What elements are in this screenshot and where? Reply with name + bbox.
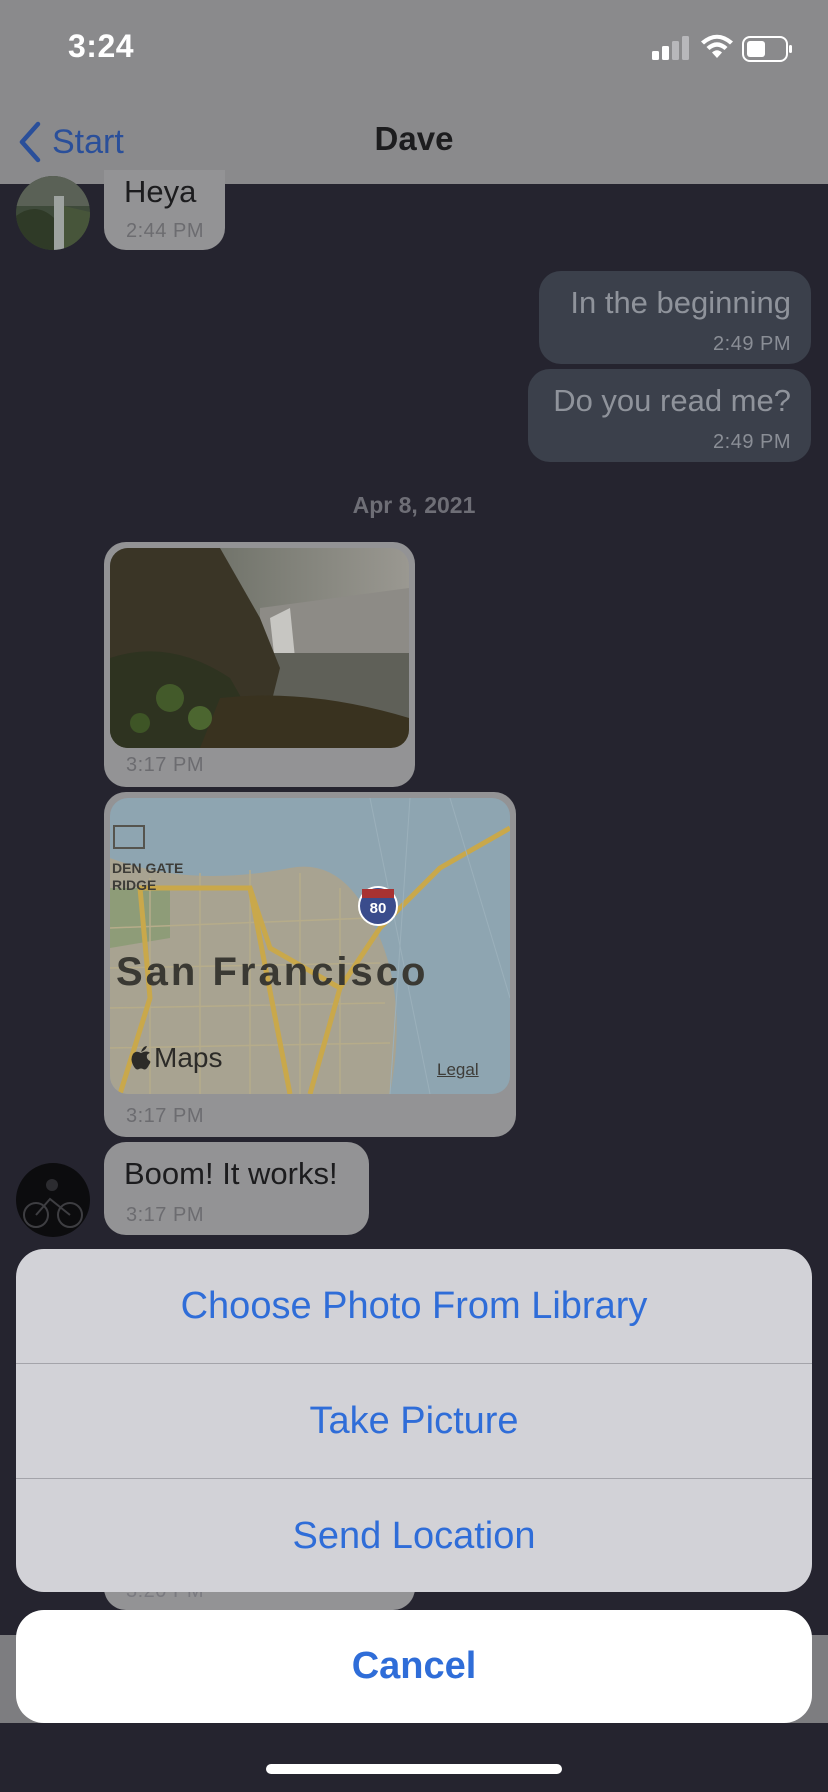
map-label: RIDGE: [112, 877, 157, 893]
map-message-bubble[interactable]: DEN GATE RIDGE 80 San Francisco Maps Leg…: [104, 792, 516, 1137]
action-sheet: Choose Photo From Library Take Picture S…: [16, 1249, 812, 1592]
message-time: 3:17 PM: [126, 1105, 204, 1127]
maps-brand-label: Maps: [154, 1042, 223, 1073]
send-location-button[interactable]: Send Location: [16, 1479, 812, 1592]
cancel-button[interactable]: Cancel: [16, 1610, 812, 1723]
message-bubble-outgoing[interactable]: In the beginning 2:49 PM: [539, 271, 811, 364]
message-bubble[interactable]: Boom! It works! 3:17 PM: [104, 1142, 369, 1235]
choose-photo-button[interactable]: Choose Photo From Library: [16, 1249, 812, 1363]
home-indicator[interactable]: [266, 1764, 562, 1774]
photo-message-bubble[interactable]: 3:17 PM: [104, 542, 415, 787]
highway-shield-label: 80: [369, 900, 387, 917]
conversation-title: Dave: [374, 120, 454, 157]
take-picture-button[interactable]: Take Picture: [16, 1364, 812, 1478]
wifi-icon: [701, 34, 733, 58]
message-text: Do you read me?: [553, 383, 791, 418]
cellular-signal-icon: [652, 36, 689, 60]
message-time: 2:49 PM: [713, 333, 791, 355]
message-time: 3:17 PM: [126, 754, 204, 776]
battery-icon: [742, 36, 792, 62]
message-text: Heya: [124, 174, 197, 209]
message-bubble[interactable]: Heya 2:44 PM: [104, 170, 225, 250]
avatar[interactable]: [16, 176, 90, 250]
apple-logo-icon: [131, 1046, 151, 1070]
avatar[interactable]: [16, 1163, 90, 1237]
message-bubble-outgoing[interactable]: Do you read me? 2:49 PM: [528, 369, 811, 462]
message-text: In the beginning: [570, 285, 791, 320]
message-time: 3:17 PM: [126, 1204, 204, 1226]
waterfall-photo[interactable]: [110, 548, 409, 748]
status-time: 3:24: [68, 28, 135, 64]
map-preview[interactable]: DEN GATE RIDGE 80 San Francisco Maps Leg…: [110, 798, 510, 1094]
message-text: Boom! It works!: [124, 1156, 338, 1191]
date-separator: Apr 8, 2021: [352, 492, 476, 518]
message-time: 2:49 PM: [713, 431, 791, 453]
map-legal-link[interactable]: Legal: [437, 1060, 479, 1080]
map-label: DEN GATE: [112, 860, 184, 876]
message-time: 2:44 PM: [126, 220, 204, 242]
map-city-label: San Francisco: [116, 950, 429, 994]
